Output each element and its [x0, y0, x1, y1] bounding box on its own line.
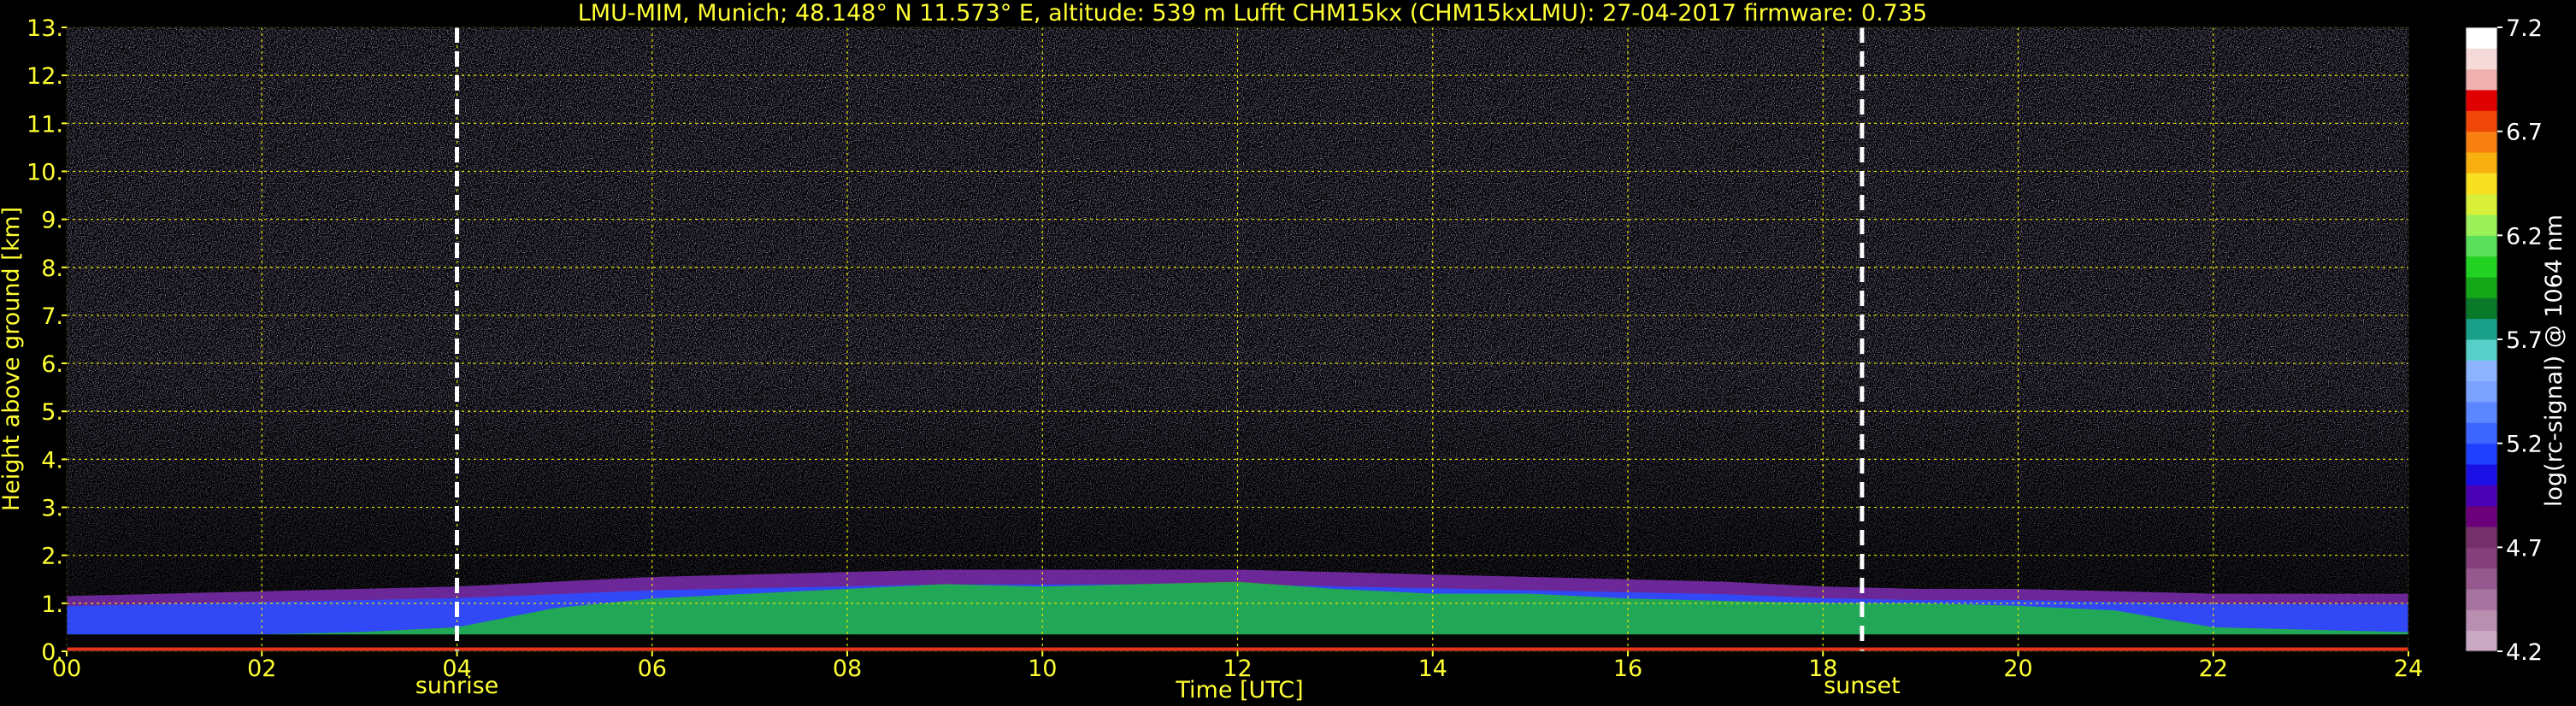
colorbar-swatch — [2466, 297, 2497, 320]
x-tick-label: 16 — [1613, 656, 1642, 682]
colorbar-swatch — [2466, 485, 2497, 507]
colorbar-swatch — [2466, 339, 2497, 361]
y-tick-label: 11. — [27, 111, 63, 138]
x-tick-label: 08 — [833, 656, 862, 682]
colorbar-swatch — [2466, 110, 2497, 132]
x-tick-label: 02 — [247, 656, 276, 682]
colorbar-swatch — [2466, 630, 2497, 652]
annotation-label: sunrise — [416, 673, 499, 699]
y-tick-label: 10. — [27, 159, 63, 185]
x-tick-label: 24 — [2394, 656, 2423, 682]
colorbar-swatch — [2466, 68, 2497, 91]
colorbar-swatch — [2466, 152, 2497, 174]
x-tick-label: 20 — [2003, 656, 2032, 682]
colorbar-swatch — [2466, 422, 2497, 444]
colorbar-swatch — [2466, 27, 2497, 49]
colorbar-swatch — [2466, 547, 2497, 569]
colorbar-tick-label: 6.7 — [2506, 120, 2543, 146]
x-tick-label: 10 — [1028, 656, 1057, 682]
y-axis-label: Height above ground [km] — [0, 207, 25, 511]
plot-area — [66, 26, 2409, 652]
colorbar-tick-label: 6.2 — [2506, 223, 2543, 250]
colorbar-swatch — [2466, 173, 2497, 195]
y-tick-label: 2. — [41, 544, 63, 570]
y-tick-label: 1. — [41, 591, 63, 618]
colorbar-swatch — [2466, 380, 2497, 403]
x-tick-label: 12 — [1223, 656, 1252, 682]
colorbar-swatch — [2466, 235, 2497, 257]
y-tick-label: 7. — [41, 303, 63, 330]
colorbar-label: log(rc-signal) @ 1064 nm — [2541, 215, 2567, 507]
colorbar-tick-label: 7.2 — [2506, 15, 2543, 42]
y-tick-label: 9. — [41, 208, 63, 234]
colorbar-tick-label: 4.7 — [2506, 535, 2543, 562]
colorbar-tick-label: 5.2 — [2506, 432, 2543, 458]
colorbar-swatch — [2466, 193, 2497, 215]
colorbar-swatch — [2466, 48, 2497, 70]
y-tick-label: 13. — [27, 15, 63, 42]
chart-title: LMU-MIM, Munich; 48.148° N 11.573° E, al… — [578, 0, 1927, 26]
colorbar-swatch — [2466, 256, 2497, 278]
x-tick-label: 06 — [638, 656, 667, 682]
y-tick-label: 6. — [41, 351, 63, 378]
colorbar-tick-label: 4.2 — [2506, 639, 2543, 666]
x-tick-label: 22 — [2199, 656, 2228, 682]
colorbar-swatch — [2466, 609, 2497, 632]
colorbar-swatch — [2466, 131, 2497, 153]
colorbar-swatch — [2466, 215, 2497, 236]
y-tick-label: 3. — [41, 496, 63, 522]
colorbar-swatch — [2466, 568, 2497, 590]
y-axis-ticks: 0. 1. 2. 3. 4. 5. 6. 7. 8. 9. 10. 11. 12. 13. — [27, 15, 67, 666]
y-tick-label: 5. — [41, 399, 63, 426]
x-tick-label: 14 — [1418, 656, 1447, 682]
y-tick-label: 8. — [41, 256, 63, 282]
y-tick-label: 12. — [27, 63, 63, 90]
colorbar-swatch — [2466, 464, 2497, 485]
y-tick-label: 4. — [41, 447, 63, 474]
colorbar-swatch — [2466, 277, 2497, 298]
colorbar: 7.2 6.7 6.2 5.7 5.2 4.7 4.2 log(rc-signal) @ 1… — [2465, 15, 2567, 666]
y-tick-label: 0. — [41, 639, 63, 666]
colorbar-swatch — [2466, 360, 2497, 382]
colorbar-tick-label: 5.7 — [2506, 327, 2543, 354]
colorbar-swatch — [2466, 589, 2497, 610]
colorbar-swatch — [2466, 527, 2497, 548]
colorbar-ticks: 7.2 6.7 6.2 5.7 5.2 4.7 4.2 — [2497, 15, 2543, 666]
lidar-chart: LMU-MIM, Munich; 48.148° N 11.573° E, al… — [0, 0, 2567, 703]
colorbar-swatch — [2466, 505, 2497, 527]
x-axis-ticks: 00 02 04 06 08 10 12 14 16 18 20 22 24 — [52, 651, 2423, 682]
colorbar-swatch — [2466, 443, 2497, 465]
colorbar-swatch — [2466, 318, 2497, 340]
annotation-label: sunset — [1824, 673, 1901, 699]
colorbar-swatch — [2466, 90, 2497, 111]
colorbar-swatch — [2466, 402, 2497, 423]
colorbar-swatches — [2466, 27, 2497, 652]
